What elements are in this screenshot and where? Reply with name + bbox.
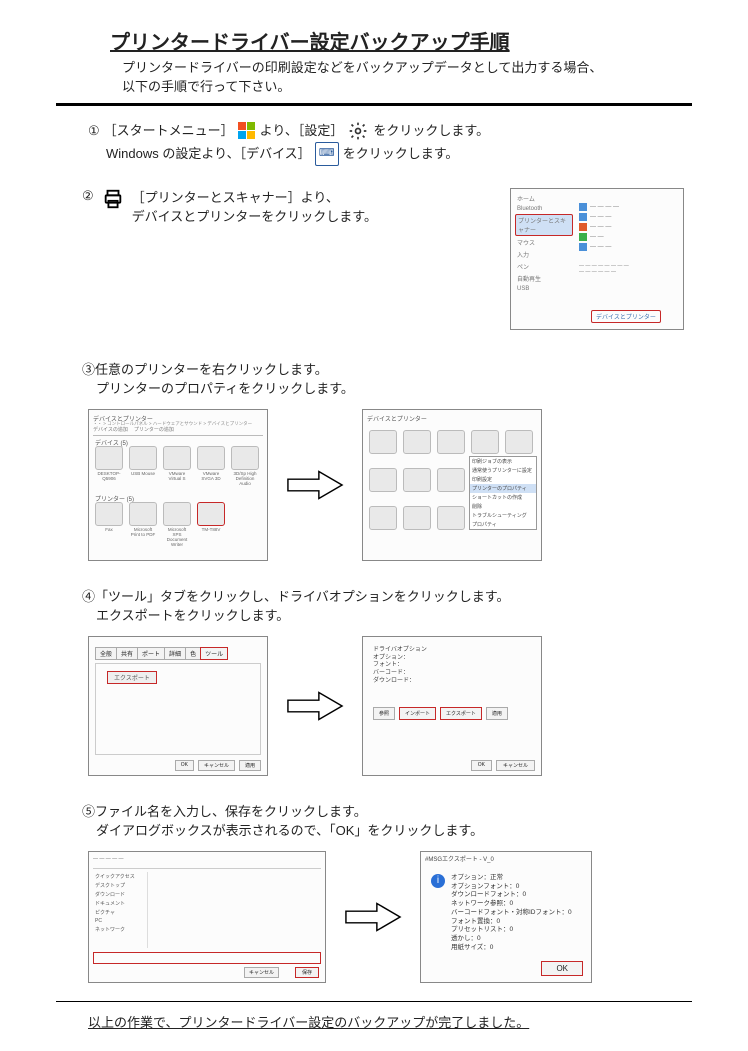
step-4: ④「ツール」タブをクリックし、ドライバオプションをクリックします。 エクスポート… [56,587,692,776]
step-3: ③任意のプリンターを右クリックします。 プリンターのプロパティをクリックします。… [56,360,692,561]
context-menu: 印刷ジョブの表示 通常使うプリンターに設定 印刷設定 プリンターのプロパティ シ… [469,456,537,530]
save-button-hi: 保存 [295,967,319,978]
screenshot-export-result: #MSGエクスポート - V_0 i オプション：正常 オプションフォント：0 … [420,851,592,983]
step-5: ⑤ファイル名を入力し、保存をクリックします。 ダイアログボックスが表示されるので… [56,802,692,983]
step-num: ② [82,188,94,330]
printer-selected-hi [197,502,225,526]
arrow-right-icon [286,467,344,503]
tools-tab-hi: ツール [200,647,228,660]
closing-note: 以上の作業で、プリンタードライバー設定のバックアップが完了しました。 [56,1012,692,1031]
info-icon: i [431,874,445,888]
printer-icon [102,188,124,330]
step-num: ⑤ [82,804,95,819]
step-num: ④ [82,589,95,604]
sidebar-printers-hi: プリンターとスキャナー [515,214,573,236]
filename-field-hi [93,952,321,964]
doc-title: プリンタードライバー設定バックアップ手順 [56,26,692,55]
arrow-right-icon [286,688,344,724]
printer-properties-hi: プリンターのプロパティ [470,484,536,493]
screenshot-properties-tools: 全般 共有 ポート 詳細 色 ツール エクスポート OK キャンセル 適用 [88,636,268,776]
gear-icon [347,120,369,142]
doc-subtitle: プリンタードライバーの印刷設定などをバックアップデータとして出力する場合、 以下… [56,59,692,97]
step-num: ① [88,120,100,142]
export-button-hi: エクスポート [107,671,157,684]
windows-logo-icon [238,122,256,140]
step-1: ① ［スタートメニュー］ より、［設定］ をクリックします。 Windows の… [56,120,692,166]
divider [56,1001,692,1002]
devices-and-printers-link-hi: デバイスとプリンター [591,310,661,323]
screenshot-context-menu: デバイスとプリンター [362,409,542,561]
screenshot-driver-options: ドライバオプション オプション： フォント： バーコード： ダウンロード： 参照… [362,636,542,776]
screenshot-save-dialog: — — — — — クイックアクセス デスクトップ ダウンロード ドキュメント … [88,851,326,983]
devices-icon: ⌨ [315,142,339,166]
import-button-hi: インポート [399,707,436,720]
divider [56,103,692,106]
step-2: ② ［プリンターとスキャナー］より、 デバイスとプリンターをクリックします。 ホ… [56,188,692,330]
export-button-hi: エクスポート [440,707,482,720]
screenshot-settings: ホーム Bluetooth プリンターとスキャナー マウス 入力 ペン 自動再生… [510,188,684,330]
ok-button-hi: OK [541,961,583,976]
step-num: ③ [82,362,95,377]
screenshot-devices-printers: デバイスとプリンター ・・ > コントロールパネル > ハードウェアとサウンド … [88,409,268,561]
arrow-right-icon [344,899,402,935]
